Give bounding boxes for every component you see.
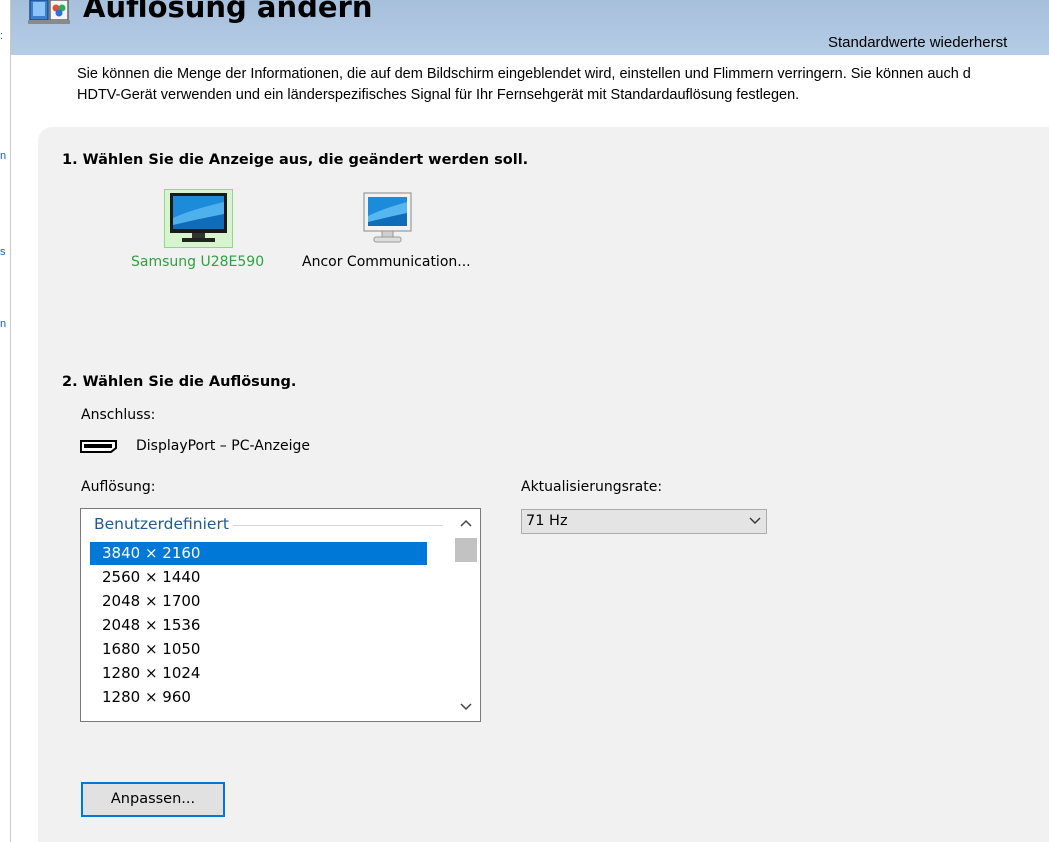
monitor-icon [363,192,412,243]
resolution-group-header: Benutzerdefiniert [94,515,229,533]
display-settings-icon [28,0,70,24]
resolution-option[interactable]: 2560 × 1440 [90,566,427,589]
left-sidebar-edge: : n s n [0,0,11,842]
sidebar-fragment[interactable]: n [0,318,6,330]
resolution-label: Auflösung: [81,479,156,495]
resolution-option[interactable]: 1680 × 1050 [90,638,427,661]
resolution-option[interactable]: 1280 × 960 [90,686,427,709]
sidebar-fragment[interactable]: : [0,30,3,42]
resolution-option[interactable]: 3840 × 2160 [90,542,427,565]
step2-heading: 2. Wählen Sie die Auflösung. [62,374,297,390]
sidebar-fragment[interactable]: s [0,246,6,258]
connection-value: DisplayPort – PC-Anzeige [136,438,311,454]
resolution-option[interactable]: 1280 × 1024 [90,662,427,685]
scroll-down-icon[interactable] [453,695,479,719]
scroll-up-icon[interactable] [453,511,479,535]
resolution-listbox[interactable]: Benutzerdefiniert 3840 × 2160 2560 × 144… [80,508,481,722]
displayport-icon [80,440,117,453]
step1-heading: 1. Wählen Sie die Anzeige aus, die geänd… [62,152,529,168]
resolution-option[interactable]: 2048 × 1700 [90,590,427,613]
customize-button[interactable]: Anpassen... [81,782,225,817]
description-line: Sie können die Menge der Informationen, … [77,66,971,82]
group-divider [233,525,443,526]
refresh-rate-dropdown[interactable]: 71 Hz [521,509,767,534]
page-description: Sie können die Menge der Informationen, … [77,64,1049,106]
display-ancor[interactable] [360,192,415,246]
resolution-option[interactable]: 2048 × 1536 [90,614,427,637]
restore-defaults-link[interactable]: Standardwerte wiederherst [828,34,1007,51]
refresh-rate-value: 71 Hz [526,513,568,529]
refresh-rate-label: Aktualisierungsrate: [521,479,663,495]
display-ancor-label[interactable]: Ancor Communication... [302,254,471,270]
display-samsung-label[interactable]: Samsung U28E590 [131,254,264,270]
sidebar-fragment[interactable]: n [0,150,6,162]
scroll-thumb[interactable] [455,538,477,562]
chevron-down-icon [749,517,761,524]
connection-label: Anschluss: [81,407,156,423]
page-header: Auflösung ändern Standardwerte wiederher… [11,0,1049,55]
listbox-scrollbar[interactable] [453,509,479,721]
description-line: HDTV-Gerät verwenden und ein länderspezi… [77,87,800,103]
page-title: Auflösung ändern [83,0,373,24]
display-samsung[interactable] [164,189,233,248]
monitor-icon [170,193,227,242]
